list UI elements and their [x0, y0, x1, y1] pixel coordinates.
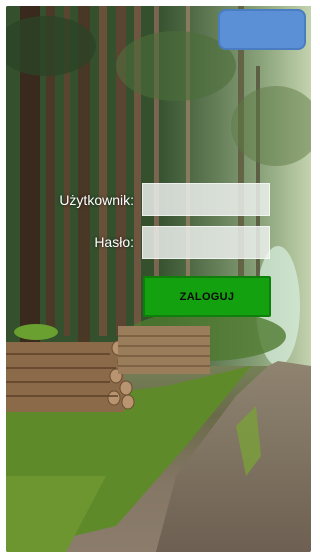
- password-input[interactable]: [142, 226, 270, 259]
- password-label: Hasło:: [94, 234, 134, 250]
- app-screen: Użytkownik: Hasło: ZALOGUJ: [6, 6, 311, 552]
- username-input[interactable]: [142, 183, 270, 216]
- login-button[interactable]: ZALOGUJ: [143, 276, 271, 317]
- username-label: Użytkownik:: [59, 192, 134, 208]
- top-right-button[interactable]: [218, 9, 306, 50]
